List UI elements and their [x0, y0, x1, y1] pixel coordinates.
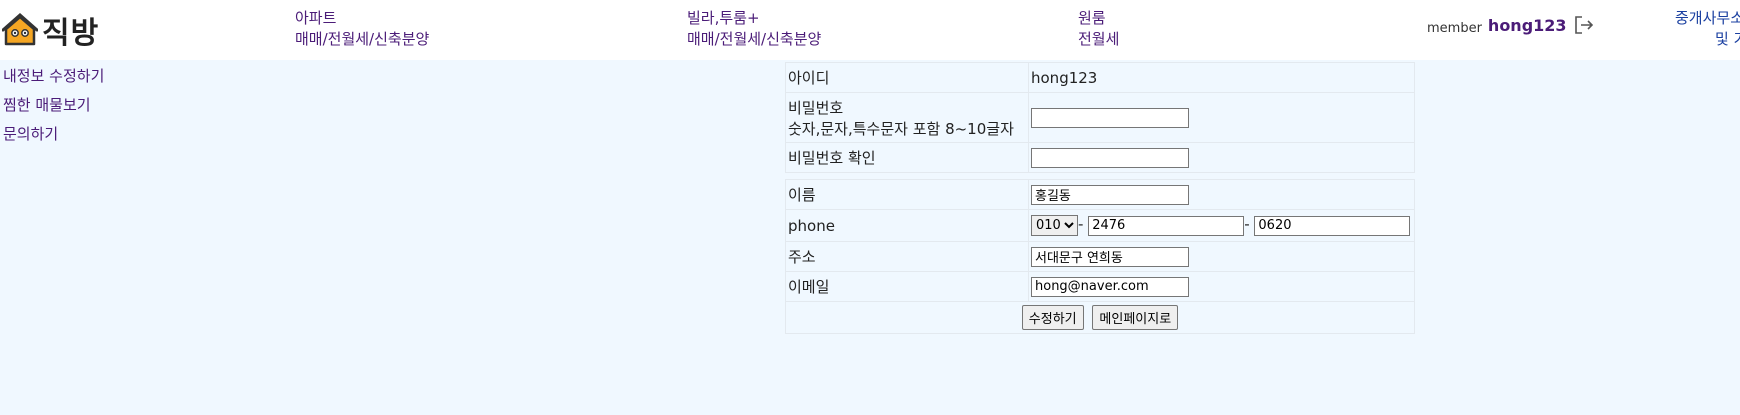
- address-input[interactable]: [1031, 246, 1189, 267]
- house-logo-icon: [2, 13, 38, 46]
- phone-middle-input[interactable]: [1088, 215, 1245, 236]
- phone-prefix-select[interactable]: 010: [1031, 215, 1078, 236]
- nav-villa-sub[interactable]: 매매/전월세/신축분양: [687, 29, 821, 50]
- email-input[interactable]: [1031, 276, 1189, 297]
- name-input-cell: [1028, 179, 1415, 210]
- phone-input-cell: 010 - -: [1028, 209, 1415, 242]
- nav-broker-office-line2[interactable]: 및 가: [1675, 29, 1740, 50]
- form-row-name: 이름: [785, 179, 1415, 210]
- form-row-address: 주소: [785, 241, 1415, 272]
- nav-broker-office-line1[interactable]: 중개사무소: [1675, 8, 1740, 29]
- member-area: member hong123: [1427, 14, 1595, 36]
- nav-oneroom-sub[interactable]: 전월세: [1078, 29, 1119, 50]
- logout-icon[interactable]: [1573, 14, 1595, 36]
- password-label: 비밀번호: [788, 98, 844, 117]
- nav-oneroom-title[interactable]: 원룸: [1078, 8, 1119, 29]
- form-row-buttons: 수정하기 메인페이지로: [785, 301, 1415, 334]
- email-input-cell: [1028, 271, 1415, 302]
- phone-separator-1: -: [1078, 215, 1084, 233]
- form-row-id: 아이디 hong123: [785, 62, 1415, 93]
- logo-text: 직방: [42, 16, 100, 51]
- phone-last-input[interactable]: [1254, 215, 1411, 236]
- password-confirm-input[interactable]: [1031, 147, 1189, 168]
- password-input[interactable]: [1031, 107, 1189, 128]
- address-label: 주소: [785, 241, 1029, 272]
- form-row-password: 비밀번호 숫자,문자,특수문자 포함 8~10글자: [785, 92, 1415, 143]
- nav-villa[interactable]: 빌라,투룸+ 매매/전월세/신축분양: [687, 8, 821, 50]
- password-label-cell: 비밀번호 숫자,문자,특수문자 포함 8~10글자: [785, 92, 1029, 143]
- side-menu-inquiry[interactable]: 문의하기: [3, 120, 104, 149]
- phone-separator-2: -: [1244, 215, 1250, 233]
- phone-label: phone: [785, 209, 1029, 242]
- main-page-button[interactable]: 메인페이지로: [1092, 305, 1179, 330]
- password-hint: 숫자,문자,특수문자 포함 8~10글자: [788, 119, 1014, 138]
- button-cell: 수정하기 메인페이지로: [785, 301, 1415, 334]
- submit-edit-button[interactable]: 수정하기: [1021, 305, 1084, 330]
- form-row-password-confirm: 비밀번호 확인: [785, 142, 1415, 173]
- side-menu: 내정보 수정하기 찜한 매물보기 문의하기: [3, 62, 104, 149]
- member-label: member: [1427, 20, 1482, 36]
- nav-oneroom[interactable]: 원룸 전월세: [1078, 8, 1119, 50]
- password-input-cell: [1028, 92, 1415, 143]
- header: 직방 아파트 매매/전월세/신축분양 빌라,투룸+ 매매/전월세/신축분양 원룸…: [0, 0, 1740, 60]
- password-confirm-label: 비밀번호 확인: [785, 142, 1029, 173]
- password-confirm-cell: [1028, 142, 1415, 173]
- member-edit-form: 아이디 hong123 비밀번호 숫자,문자,특수문자 포함 8~10글자 비밀…: [785, 62, 1415, 334]
- form-row-email: 이메일: [785, 271, 1415, 302]
- email-label: 이메일: [785, 271, 1029, 302]
- nav-apartment[interactable]: 아파트 매매/전월세/신축분양: [295, 8, 429, 50]
- nav-villa-title[interactable]: 빌라,투룸+: [687, 8, 821, 29]
- name-input[interactable]: [1031, 184, 1189, 205]
- id-label: 아이디: [785, 62, 1029, 93]
- id-value: hong123: [1028, 62, 1415, 93]
- address-input-cell: [1028, 241, 1415, 272]
- form-gap: [785, 172, 1415, 180]
- nav-apartment-sub[interactable]: 매매/전월세/신축분양: [295, 29, 429, 50]
- side-menu-favorites[interactable]: 찜한 매물보기: [3, 91, 104, 120]
- form-row-phone: phone 010 - -: [785, 209, 1415, 242]
- logo[interactable]: 직방: [2, 8, 99, 52]
- nav-apartment-title[interactable]: 아파트: [295, 8, 429, 29]
- member-id[interactable]: hong123: [1488, 16, 1567, 35]
- name-label: 이름: [785, 179, 1029, 210]
- side-menu-edit-info[interactable]: 내정보 수정하기: [3, 62, 104, 91]
- nav-broker-office[interactable]: 중개사무소 및 가: [1675, 8, 1740, 50]
